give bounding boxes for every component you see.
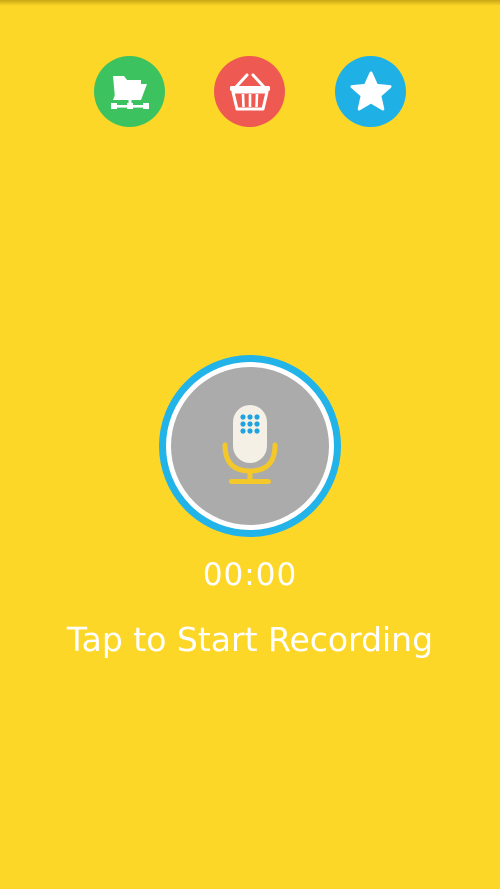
shopping-basket-icon (229, 73, 270, 110)
record-button[interactable] (159, 355, 341, 537)
record-button-inner (171, 367, 329, 525)
star-icon (350, 71, 391, 110)
folder-network-icon (110, 75, 149, 109)
files-button[interactable] (94, 56, 165, 127)
recording-timer: 00:00 (202, 557, 298, 593)
microphone-icon (222, 405, 278, 484)
start-recording-hint[interactable]: Tap to Start Recording (0, 620, 500, 659)
star-button[interactable] (335, 56, 406, 127)
shop-button[interactable] (214, 56, 285, 127)
status-shadow (0, 0, 500, 6)
